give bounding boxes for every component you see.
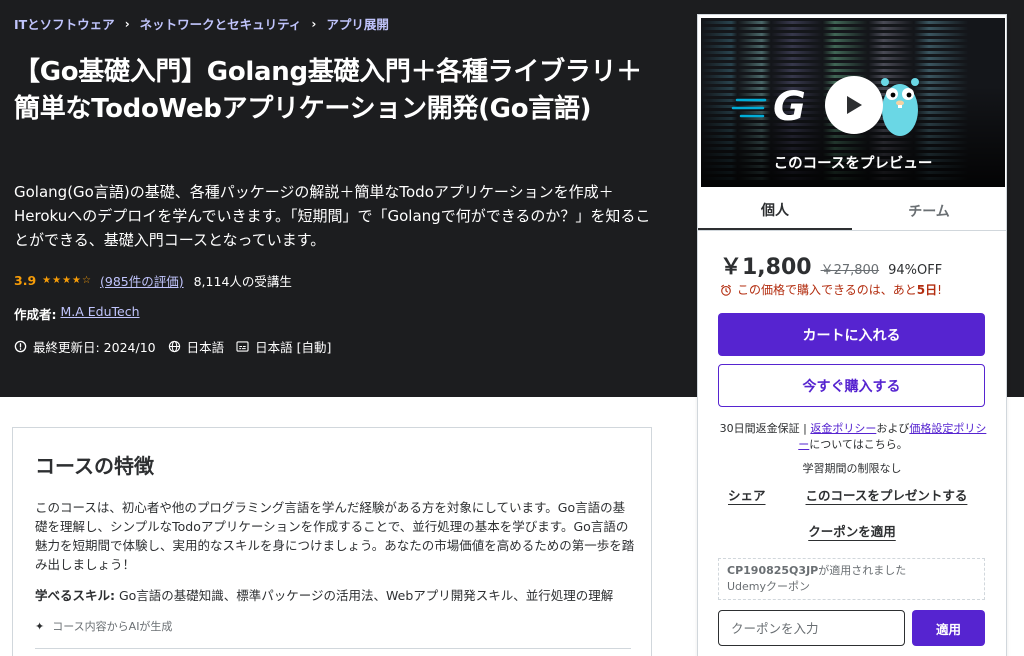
gift-course-button[interactable]: このコースをプレゼントする xyxy=(806,485,968,504)
ai-generated-note: ✦ コース内容からAIが生成 xyxy=(35,618,172,634)
features-title: コースの特徴 xyxy=(35,454,154,478)
course-title: 【Go基礎入門】Golang基礎入門＋各種ライブラリ＋簡単なTodoWebアプリ… xyxy=(14,57,642,124)
play-icon xyxy=(847,96,862,114)
captions-icon xyxy=(236,341,249,352)
captions-text: 日本語 [自動] xyxy=(255,340,332,355)
timer-suffix: ! xyxy=(937,282,942,297)
breadcrumb-link-app-deploy[interactable]: アプリ展開 xyxy=(326,14,389,33)
breadcrumb-link-it-software[interactable]: ITとソフトウェア xyxy=(14,14,115,33)
course-meta: 最終更新日: 2024/10 日本語 日本語 [自動] xyxy=(14,337,343,356)
money-back-guarantee: 30日間返金保証 | 返金ポリシーおよび価格設定ポリシーについてはこちら。 xyxy=(718,421,988,453)
apply-coupon-button[interactable]: 適用 xyxy=(912,610,985,646)
chevron-right-icon: › xyxy=(124,16,130,31)
go-logo: G xyxy=(773,84,806,130)
preview-label: このコースをプレビュー xyxy=(773,156,933,172)
timer-days: 5日 xyxy=(916,283,938,297)
tab-personal[interactable]: 個人 xyxy=(698,191,852,230)
sparkle-icon: ✦ xyxy=(35,619,45,633)
globe-icon xyxy=(168,340,181,353)
features-body: このコースは、初心者や他のプログラミング言語を学んだ経験がある方を対象にしていま… xyxy=(35,500,635,572)
captions: 日本語 [自動] xyxy=(236,337,331,356)
divider xyxy=(35,648,631,649)
price-row: ￥1,800 ￥27,800 94%OFF xyxy=(720,249,942,281)
rating-count-link[interactable]: (985件の評価) xyxy=(100,271,184,290)
author-row: 作成者: M.A EduTech xyxy=(14,304,140,323)
discount-percent: 94%OFF xyxy=(888,263,943,278)
and-text: および xyxy=(876,422,910,435)
breadcrumb: ITとソフトウェア › ネットワークとセキュリティ › アプリ展開 xyxy=(14,14,389,33)
alarm-clock-icon xyxy=(721,284,731,296)
course-features-box: コースの特徴 このコースは、初心者や他のプログラミング言語を学んだ経験がある方を… xyxy=(12,427,652,656)
share-button[interactable]: シェア xyxy=(728,485,766,504)
sale-timer: この価格で購入できるのは、あと 5日! xyxy=(720,281,942,298)
purchase-tabs: 個人 チーム xyxy=(698,191,1006,231)
applied-coupon-sub: Udemyクーポン xyxy=(727,580,811,593)
add-to-cart-button[interactable]: カートに入れる xyxy=(718,313,985,356)
gopher-mascot-icon xyxy=(881,78,919,136)
language: 日本語 xyxy=(168,337,225,356)
ai-note-text: コース内容からAIが生成 xyxy=(52,620,173,633)
coupon-input[interactable] xyxy=(718,610,905,646)
apply-coupon-link[interactable]: クーポンを適用 xyxy=(698,521,1006,540)
tab-team[interactable]: チーム xyxy=(852,191,1006,230)
last-updated-text: 最終更新日: 2024/10 xyxy=(33,340,156,355)
course-subtitle: Golang(Go言語)の基礎、各種パッケージの解説＋簡単なTodoアプリケーシ… xyxy=(14,183,651,249)
student-count: 8,114人の受講生 xyxy=(193,274,292,289)
guarantee-suffix: についてはこちら。 xyxy=(809,438,908,451)
original-price: ￥27,800 xyxy=(820,263,880,278)
skills-text: Go言語の基礎知識、標準パッケージの活用法、Webアプリ開発スキル、並行処理の理… xyxy=(115,588,614,603)
course-preview-video[interactable]: G このコースをプレビュー xyxy=(701,18,1005,187)
rating-row: 3.9 ★★★★☆ (985件の評価) 8,114人の受講生 xyxy=(14,271,292,290)
applied-coupon-code: CP190825Q3JP xyxy=(727,564,819,577)
alert-clock-icon xyxy=(14,340,27,353)
star-rating-icon: ★★★★☆ xyxy=(42,275,92,286)
applied-coupon-text: が適用されました xyxy=(818,564,907,577)
timer-text: この価格で購入できるのは、あと xyxy=(737,283,917,297)
buy-now-button[interactable]: 今すぐ購入する xyxy=(718,364,985,407)
features-skills: 学べるスキル: Go言語の基礎知識、標準パッケージの活用法、Webアプリ開発スキ… xyxy=(35,585,645,604)
applied-coupon-box: CP190825Q3JPが適用されました Udemyクーポン xyxy=(718,558,985,600)
card-actions: シェア このコースをプレゼントする xyxy=(728,485,967,504)
skills-label: 学べるスキル: xyxy=(35,588,115,603)
speed-lines-icon xyxy=(731,98,767,118)
chevron-right-icon: › xyxy=(311,16,317,31)
play-button[interactable] xyxy=(825,76,883,134)
current-price: ￥1,800 xyxy=(720,255,812,280)
author-label: 作成者: xyxy=(14,307,57,322)
purchase-card: G このコースをプレビュー 個人 チーム ￥1,800 ￥27,800 94%O… xyxy=(697,14,1007,656)
guarantee-prefix: 30日間返金保証 | xyxy=(719,422,811,435)
refund-policy-link[interactable]: 返金ポリシー xyxy=(810,422,876,435)
lifetime-access: 学習期間の制限なし xyxy=(802,462,902,475)
breadcrumb-link-network-security[interactable]: ネットワークとセキュリティ xyxy=(140,14,302,33)
language-text: 日本語 xyxy=(186,340,225,355)
last-updated: 最終更新日: 2024/10 xyxy=(14,337,156,356)
rating-value: 3.9 xyxy=(14,273,37,288)
author-link[interactable]: M.A EduTech xyxy=(61,304,140,323)
